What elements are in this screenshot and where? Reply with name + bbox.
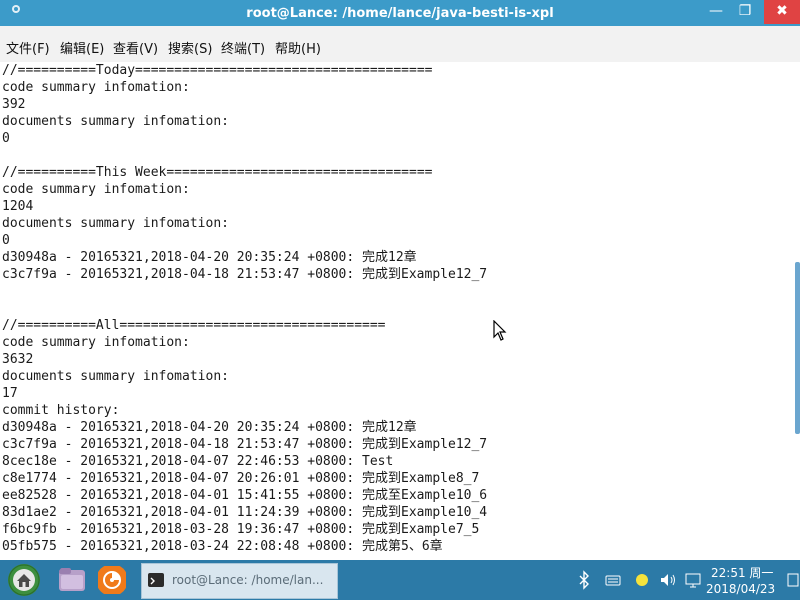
terminal-line: documents summary infomation:	[2, 369, 229, 384]
notification-icon[interactable]	[787, 570, 799, 590]
terminal-line: 05fb575 - 20165321,2018-03-24 22:08:48 +…	[2, 539, 443, 554]
volume-icon[interactable]	[659, 570, 677, 590]
terminal-line: 3632	[2, 352, 34, 367]
terminal-line: 83d1ae2 - 20165321,2018-04-01 11:24:39 +…	[2, 505, 488, 520]
close-button[interactable]: ✖	[764, 0, 800, 24]
taskbar-window-label: root@Lance: /home/lan...	[172, 573, 324, 587]
terminal-line: //==========Today=======================…	[2, 63, 433, 78]
taskbar-terminal-window[interactable]: root@Lance: /home/lan...	[141, 563, 338, 599]
clock-date[interactable]: 2018/04/23	[706, 582, 775, 596]
terminal-line: code summary infomation:	[2, 182, 190, 197]
terminal-line: //==========This Week===================…	[2, 165, 433, 180]
menu-view[interactable]: 查看(V)	[113, 38, 158, 57]
menu-help[interactable]: 帮助(H)	[275, 38, 321, 57]
title-bar[interactable]: root@Lance: /home/lance/java-besti-is-xp…	[0, 0, 800, 26]
file-manager-icon[interactable]	[56, 564, 88, 596]
terminal-line: ee82528 - 20165321,2018-04-01 15:41:55 +…	[2, 488, 488, 503]
terminal-line: documents summary infomation:	[2, 114, 229, 129]
minimize-button[interactable]: —	[700, 0, 732, 24]
menu-edit[interactable]: 编辑(E)	[60, 38, 104, 57]
terminal-line: documents summary infomation:	[2, 216, 229, 231]
keyboard-icon[interactable]	[605, 570, 621, 590]
terminal-line: d30948a - 20165321,2018-04-20 20:35:24 +…	[2, 420, 417, 435]
vertical-scrollbar[interactable]	[792, 62, 800, 560]
mouse-cursor-icon	[493, 320, 507, 341]
terminal-line: 0	[2, 131, 10, 146]
network-icon[interactable]	[685, 570, 703, 590]
bluetooth-icon[interactable]	[578, 570, 590, 590]
maximize-button[interactable]: ❐	[729, 0, 761, 24]
menu-terminal[interactable]: 终端(T)	[221, 38, 265, 57]
terminal-line: c8e1774 - 20165321,2018-04-07 20:26:01 +…	[2, 471, 480, 486]
terminal-output[interactable]: //==========Today=======================…	[0, 62, 792, 560]
terminal-line: 1204	[2, 199, 34, 214]
terminal-line: f6bc9fb - 20165321,2018-03-28 19:36:47 +…	[2, 522, 480, 537]
terminal-line: c3c7f9a - 20165321,2018-04-18 21:53:47 +…	[2, 267, 488, 282]
terminal-line: 17	[2, 386, 18, 401]
menu-file[interactable]: 文件(F)	[6, 38, 50, 57]
terminal-line: 8cec18e - 20165321,2018-04-07 22:46:53 +…	[2, 454, 394, 469]
terminal-line: commit history:	[2, 403, 120, 418]
clock-time[interactable]: 22:51 周一	[711, 564, 773, 581]
taskbar: root@Lance: /home/lan... 22:51 周一 2018/0…	[0, 560, 800, 600]
terminal-icon	[148, 573, 164, 587]
home-launcher-icon[interactable]	[8, 564, 40, 596]
terminal-line: 0	[2, 233, 10, 248]
terminal-line: code summary infomation:	[2, 80, 190, 95]
terminal-line: //==========All=========================…	[2, 318, 386, 333]
weather-icon[interactable]	[634, 570, 650, 590]
menu-bar: 文件(F) 编辑(E) 查看(V) 搜索(S) 终端(T) 帮助(H)	[0, 26, 800, 63]
terminal-line: 392	[2, 97, 26, 112]
terminal-line: c3c7f9a - 20165321,2018-04-18 21:53:47 +…	[2, 437, 488, 452]
terminal-line: code summary infomation:	[2, 335, 190, 350]
menu-search[interactable]: 搜索(S)	[168, 38, 212, 57]
terminal-line: d30948a - 20165321,2018-04-20 20:35:24 +…	[2, 250, 417, 265]
window-title: root@Lance: /home/lance/java-besti-is-xp…	[246, 6, 554, 21]
scrollbar-thumb[interactable]	[795, 262, 800, 434]
browser-icon[interactable]	[96, 564, 128, 596]
